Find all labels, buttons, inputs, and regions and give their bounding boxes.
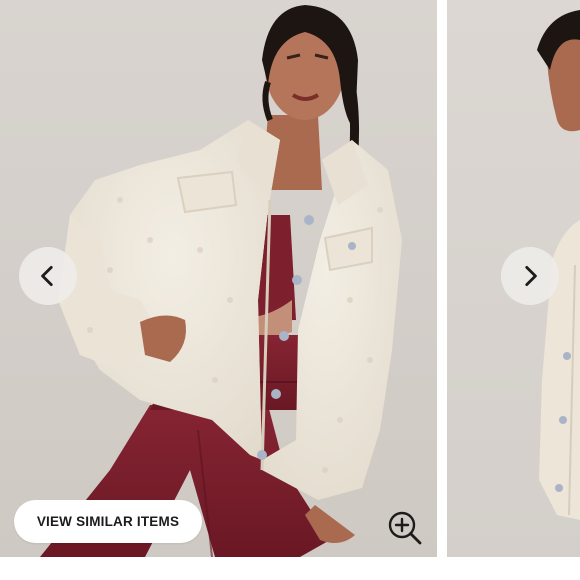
previous-image-button[interactable] [19, 247, 77, 305]
zoom-button[interactable] [386, 509, 424, 547]
chevron-left-icon [41, 265, 53, 287]
chevron-right-icon [525, 265, 537, 287]
zoom-in-icon [388, 511, 422, 545]
next-image-button[interactable] [501, 247, 559, 305]
product-image-gallery: VIEW SIMILAR ITEMS [0, 0, 580, 580]
view-similar-items-button[interactable]: VIEW SIMILAR ITEMS [14, 500, 202, 543]
